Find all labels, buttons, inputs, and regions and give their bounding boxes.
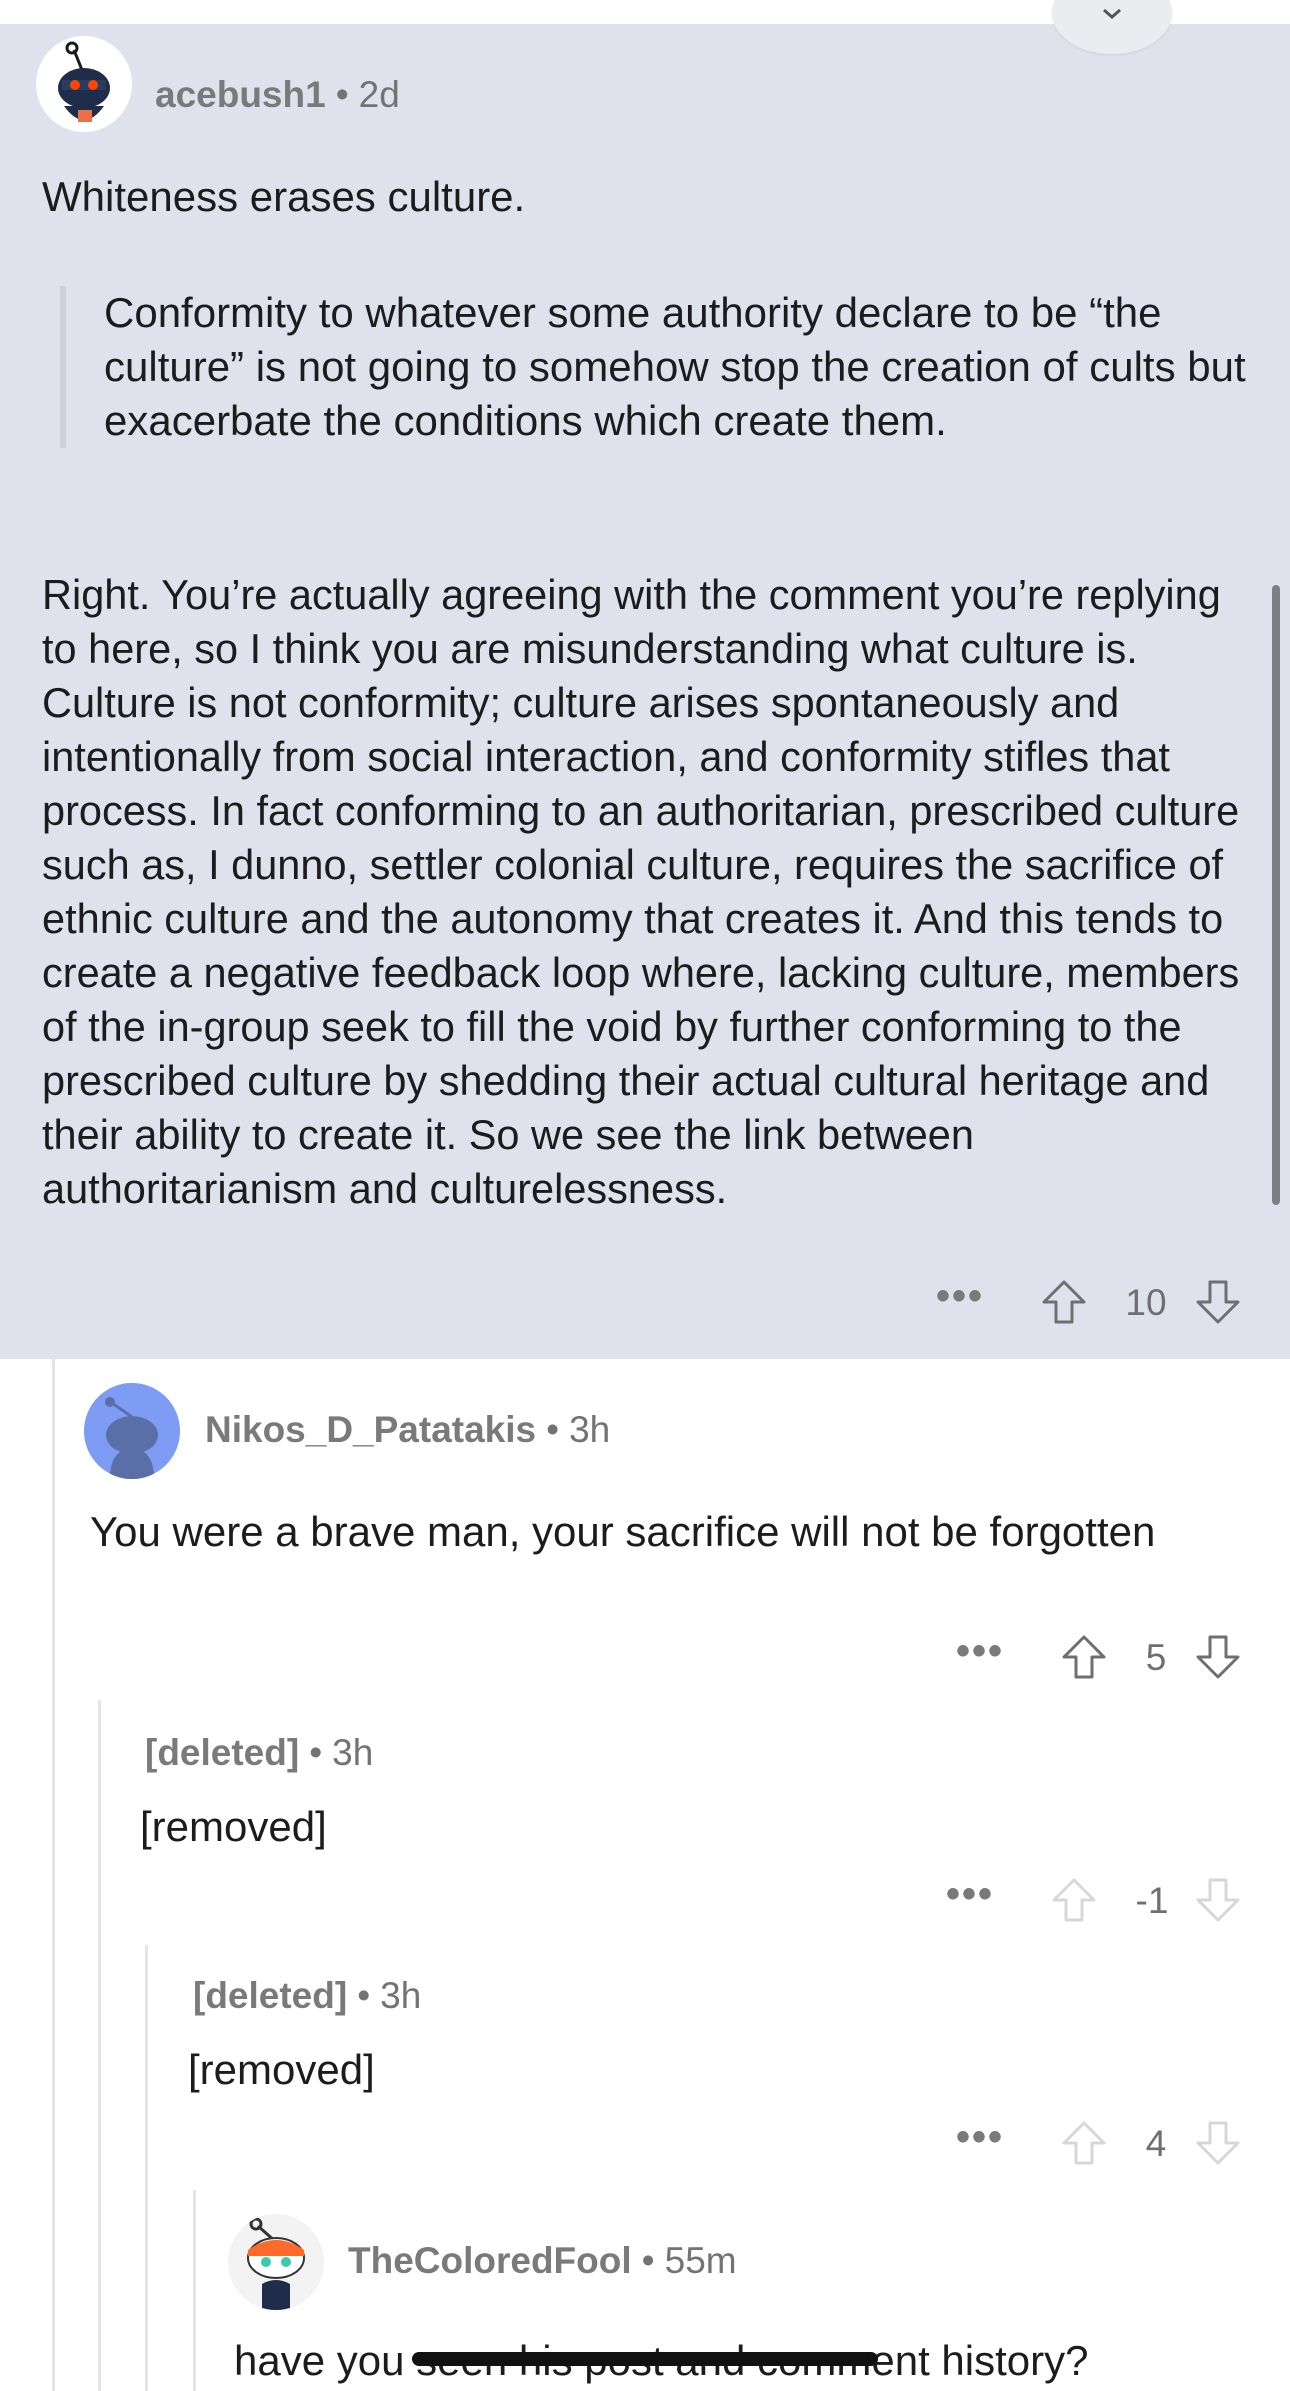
more-options-button[interactable]: •••	[956, 1629, 1004, 1674]
comment-actions: ••• 4	[0, 2115, 1290, 2175]
avatar[interactable]	[228, 2214, 324, 2310]
comment-age: 3h	[380, 1975, 422, 2016]
comment-paragraph-reply: Right. You’re actually agreeing with the…	[42, 571, 1240, 1212]
comment-meta: acebush1 • 2d	[155, 74, 400, 116]
upvote-icon[interactable]	[1060, 1633, 1108, 1681]
comment-deleted: [deleted] • 3h [removed] ••• -1	[0, 1700, 1290, 1945]
meta-separator: •	[309, 1732, 323, 1773]
home-indicator[interactable]	[412, 2352, 878, 2366]
vote-score: 5	[1145, 1637, 1167, 1678]
upvote-icon[interactable]	[1060, 2119, 1108, 2167]
comment-body: Whiteness erases culture.	[42, 170, 1252, 224]
comment-age: 3h	[569, 1409, 611, 1450]
comment-meta: [deleted] • 3h	[145, 1732, 373, 1774]
blockquote: Conformity to whatever some authority de…	[60, 286, 1284, 448]
username[interactable]: acebush1	[155, 74, 326, 115]
comment-acebush1: acebush1 • 2d Whiteness erases culture. Co…	[0, 24, 1290, 1359]
username: [deleted]	[145, 1732, 300, 1773]
snoo-avatar-icon	[228, 2214, 324, 2310]
username[interactable]: TheColoredFool	[348, 2240, 632, 2281]
meta-separator: •	[641, 2240, 655, 2281]
comment-body: [removed]	[140, 1803, 327, 1850]
downvote-icon[interactable]	[1194, 2119, 1242, 2167]
upvote-icon[interactable]	[1040, 1278, 1088, 1326]
comment-deleted: [deleted] • 3h [removed] ••• 4	[0, 1945, 1290, 2190]
comment-meta: Nikos_D_Patatakis • 3h	[205, 1409, 610, 1451]
downvote-icon[interactable]	[1194, 1876, 1242, 1924]
meta-separator: •	[335, 74, 349, 115]
more-options-button[interactable]: •••	[946, 1872, 994, 1917]
more-options-button[interactable]: •••	[936, 1274, 984, 1319]
avatar[interactable]	[84, 1383, 180, 1479]
comment-paragraph: Whiteness erases culture.	[42, 173, 526, 220]
downvote-icon[interactable]	[1194, 1633, 1242, 1681]
snoo-avatar-icon	[36, 36, 132, 132]
comment-reply: Nikos_D_Patatakis • 3h You were a brave ma…	[0, 1359, 1290, 1699]
comment-actions: ••• 10	[0, 1274, 1290, 1334]
vote-score: 10	[1125, 1282, 1167, 1323]
chevron-down-icon	[1103, 8, 1121, 19]
comment-body: [removed]	[188, 2046, 375, 2093]
more-options-button[interactable]: •••	[956, 2115, 1004, 2160]
comment-actions: ••• -1	[0, 1872, 1290, 1932]
meta-separator: •	[546, 1409, 560, 1450]
username[interactable]: Nikos_D_Patatakis	[205, 1409, 536, 1450]
comment-body: You were a brave man, your sacrifice wil…	[90, 1508, 1156, 1555]
username: [deleted]	[193, 1975, 348, 2016]
avatar[interactable]	[36, 36, 132, 132]
downvote-icon[interactable]	[1194, 1278, 1242, 1326]
vote-score: 4	[1145, 2123, 1167, 2164]
upvote-icon[interactable]	[1050, 1876, 1098, 1924]
comment-actions: ••• 5	[0, 1629, 1290, 1689]
comment-age: 55m	[664, 2240, 737, 2281]
comment-meta: [deleted] • 3h	[193, 1975, 421, 2017]
default-avatar-icon	[84, 1383, 180, 1479]
comment-age: 2d	[358, 74, 400, 115]
meta-separator: •	[357, 1975, 371, 2016]
vote-score: -1	[1135, 1880, 1169, 1921]
comment-age: 3h	[332, 1732, 374, 1773]
scrollbar[interactable]	[1272, 585, 1280, 1205]
comment-meta: TheColoredFool • 55m	[348, 2240, 737, 2282]
